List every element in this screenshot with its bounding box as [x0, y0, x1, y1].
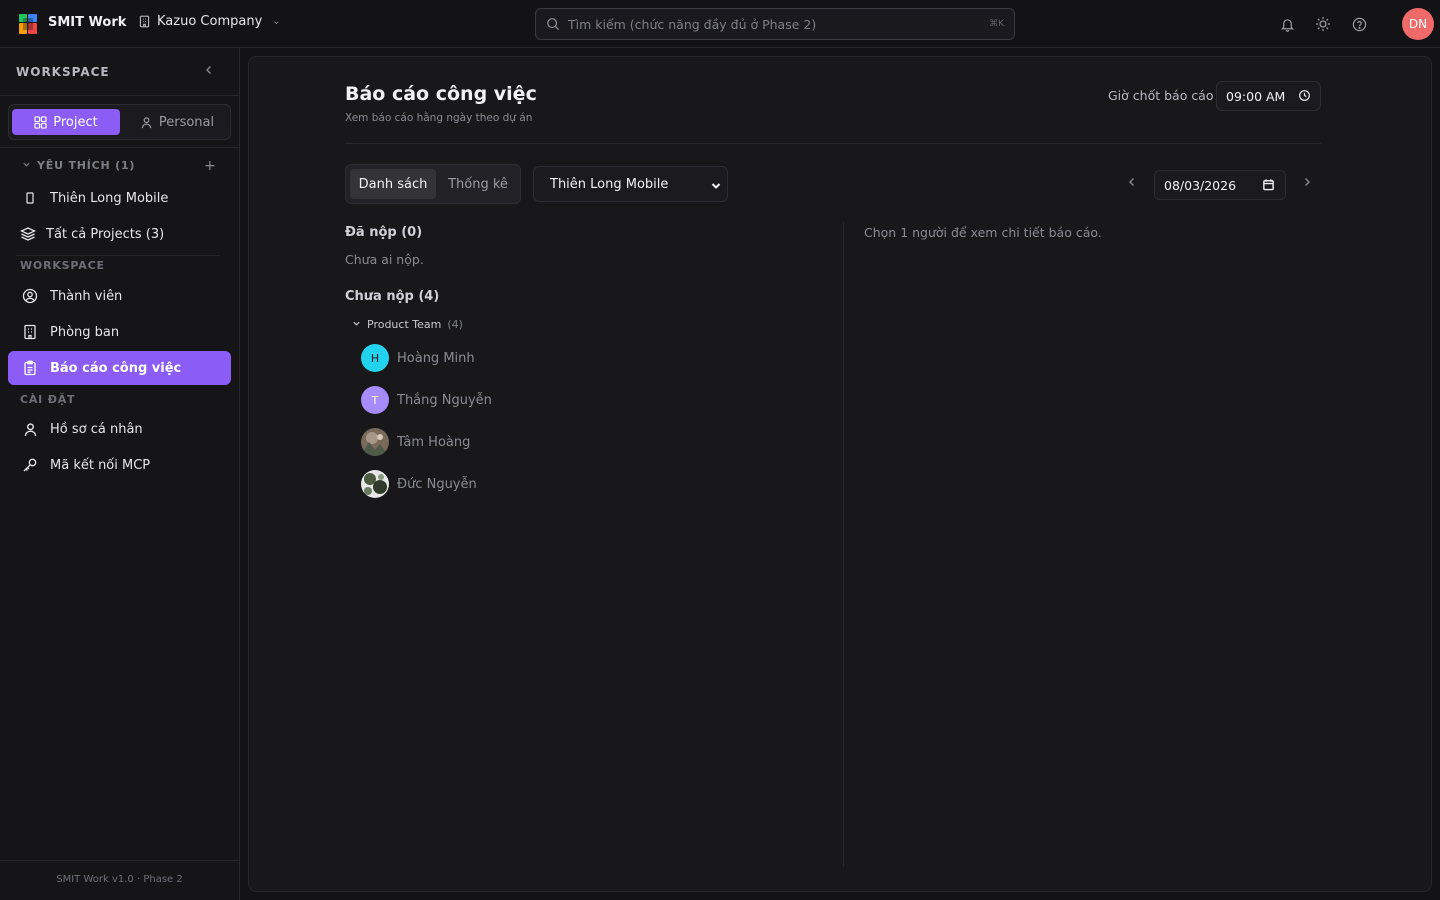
- page-title: Báo cáo công việc: [345, 83, 537, 105]
- avatar: H: [361, 344, 389, 372]
- divider: [0, 95, 239, 96]
- sidebar-item-label: Thành viên: [50, 288, 123, 304]
- sidebar-item-label: Hồ sơ cá nhân: [50, 421, 143, 437]
- favorites-header[interactable]: YÊU THÍCH (1): [22, 159, 135, 172]
- add-favorite-icon[interactable]: +: [204, 158, 216, 174]
- date-value: 08/03/2026: [1164, 177, 1237, 193]
- app-logo-icon[interactable]: [19, 14, 37, 34]
- header-divider: [345, 143, 1321, 144]
- user-avatar[interactable]: DN: [1402, 8, 1434, 40]
- project-mode-button[interactable]: Project: [12, 109, 120, 135]
- next-day-icon[interactable]: [1301, 176, 1313, 192]
- date-input[interactable]: 08/03/2026: [1154, 170, 1286, 200]
- deadline-label: Giờ chốt báo cáo: [1108, 88, 1214, 103]
- chevron-down-icon: [709, 179, 723, 197]
- tab-stats[interactable]: Thống kê: [440, 169, 516, 199]
- grid-icon: [34, 115, 47, 129]
- sidebar-item-label: Tất cả Projects (3): [46, 226, 165, 242]
- building-icon: [22, 324, 38, 340]
- sidebar-item-departments[interactable]: Phòng ban: [8, 315, 231, 349]
- panel-divider: [843, 222, 844, 867]
- building-icon: [139, 15, 150, 28]
- deadline-time-input[interactable]: 09:00 AM: [1216, 81, 1321, 111]
- team-name: Product Team: [367, 318, 442, 331]
- sidebar-item-thien-long-mobile[interactable]: Thiên Long Mobile: [8, 181, 231, 215]
- clock-icon[interactable]: [1298, 89, 1311, 105]
- person-row[interactable]: H Hoàng Minh: [361, 344, 475, 372]
- chevron-down-icon: ⌄: [272, 16, 281, 27]
- sidebar-item-profile[interactable]: Hồ sơ cá nhân: [8, 412, 231, 446]
- sidebar-item-label: Phòng ban: [50, 324, 120, 340]
- search-shortcut: ⌘K: [989, 19, 1004, 29]
- submitted-empty-text: Chưa ai nộp.: [345, 252, 424, 267]
- clipboard-icon: [22, 360, 38, 376]
- person-row[interactable]: Tâm Hoàng: [361, 428, 470, 456]
- sidebar-item-mcp-key[interactable]: Mã kết nối MCP: [8, 448, 231, 482]
- personal-mode-label: Personal: [158, 114, 215, 130]
- sidebar-item-label: Thiên Long Mobile: [50, 190, 169, 206]
- submitted-header: Đã nộp (0): [345, 225, 423, 240]
- team-group-toggle[interactable]: Product Team (4): [352, 318, 463, 331]
- chevron-down-icon: [22, 159, 31, 172]
- sidebar-item-label: Báo cáo công việc: [50, 360, 182, 376]
- team-count: (4): [447, 318, 463, 331]
- chevron-down-icon: [352, 318, 361, 331]
- sidebar-item-work-reports[interactable]: Báo cáo công việc: [8, 351, 231, 385]
- avatar: [361, 428, 389, 456]
- person-name: Thắng Nguyễn: [397, 392, 492, 408]
- main-panel: Báo cáo công việc Xem báo cáo hằng ngày …: [248, 56, 1432, 892]
- sidebar-item-label: Mã kết nối MCP: [50, 457, 151, 473]
- theme-toggle-icon[interactable]: [1314, 15, 1332, 33]
- person-name: Đức Nguyễn: [397, 476, 477, 492]
- workspace-section-label: WORKSPACE: [20, 259, 105, 272]
- pending-header: Chưa nộp (4): [345, 289, 440, 304]
- tab-list[interactable]: Danh sách: [350, 169, 436, 199]
- version-footer: SMIT Work v1.0 · Phase 2: [56, 874, 183, 885]
- key-icon: [22, 457, 38, 473]
- detail-hint: Chọn 1 người để xem chi tiết báo cáo.: [864, 225, 1102, 240]
- sidebar-item-members[interactable]: Thành viên: [8, 279, 231, 313]
- app-name[interactable]: SMIT Work: [48, 15, 126, 30]
- project-select-value: Thiên Long Mobile: [550, 176, 669, 192]
- deadline-time-value: 09:00 AM: [1226, 88, 1286, 104]
- user-circle-icon: [22, 288, 38, 304]
- person-name: Tâm Hoàng: [397, 434, 471, 450]
- company-name: Kazuo Company: [157, 14, 263, 29]
- top-actions: [1278, 15, 1368, 33]
- calendar-icon[interactable]: [1262, 178, 1275, 194]
- person-name: Hoàng Minh: [397, 350, 475, 366]
- previous-day-icon[interactable]: [1126, 176, 1138, 192]
- search-icon: [547, 18, 560, 31]
- divider: [16, 255, 220, 256]
- help-icon[interactable]: [1350, 15, 1368, 33]
- project-mode-label: Project: [53, 114, 98, 130]
- favorites-label: YÊU THÍCH (1): [37, 159, 136, 172]
- project-select[interactable]: Thiên Long Mobile: [533, 166, 728, 202]
- bell-icon[interactable]: [1278, 15, 1296, 33]
- personal-mode-button[interactable]: Personal: [127, 109, 227, 135]
- sidebar-header: WORKSPACE: [16, 65, 110, 79]
- user-icon: [141, 116, 152, 128]
- search-placeholder: Tìm kiếm (chức năng đầy đủ ở Phase 2): [568, 16, 817, 32]
- page-subtitle: Xem báo cáo hằng ngày theo dự án: [345, 112, 533, 124]
- project-icon: [22, 190, 38, 206]
- company-switcher[interactable]: Kazuo Company ⌄: [138, 14, 281, 29]
- person-row[interactable]: T Thắng Nguyễn: [361, 386, 492, 414]
- workspace-mode-switch: Project Personal: [8, 104, 231, 140]
- top-bar: SMIT Work Kazuo Company ⌄ Tìm kiếm (chức…: [0, 0, 1440, 48]
- layers-icon: [20, 226, 36, 242]
- view-tabs: Danh sách Thống kê: [345, 164, 521, 204]
- avatar: T: [361, 386, 389, 414]
- person-row[interactable]: Đức Nguyễn: [361, 470, 477, 498]
- divider: [0, 860, 239, 861]
- divider: [0, 147, 239, 148]
- sidebar-item-all-projects[interactable]: Tất cả Projects (3): [8, 217, 231, 251]
- collapse-sidebar-icon[interactable]: [203, 64, 215, 80]
- avatar: [361, 470, 389, 498]
- user-icon: [22, 421, 38, 437]
- search-input[interactable]: Tìm kiếm (chức năng đầy đủ ở Phase 2) ⌘K: [535, 8, 1015, 40]
- settings-section-label: CÀI ĐẶT: [20, 393, 76, 406]
- sidebar: WORKSPACE Project Personal YÊU THÍCH (1)…: [0, 48, 240, 900]
